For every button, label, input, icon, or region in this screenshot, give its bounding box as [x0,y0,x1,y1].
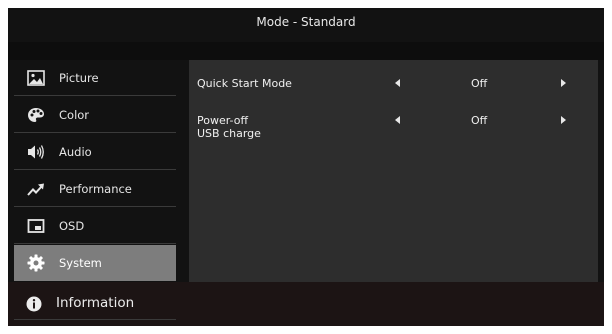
palette-icon [27,106,45,124]
monitor-osd-menu: Mode - Standard Picture Color Audio Perf… [8,8,604,326]
arrow-left-icon[interactable] [395,79,400,87]
sidebar-item-audio[interactable]: Audio [14,134,176,170]
divider [14,169,176,170]
osd-header: Mode - Standard [8,8,604,42]
information-bar[interactable]: Information [8,282,604,326]
setting-label-line: Power-off [197,114,249,127]
divider [14,319,176,320]
speaker-icon [27,143,45,161]
info-icon [26,296,42,312]
sidebar-item-label: Audio [59,145,92,159]
osd-window-icon [27,217,45,235]
sidebar-item-label: System [59,256,102,270]
sidebar-item-label: Color [59,108,90,122]
setting-label: Power-off USB charge [197,114,261,140]
header-divider [8,42,604,60]
divider [14,132,176,133]
sidebar-item-label: OSD [59,219,85,233]
picture-icon [27,69,45,87]
mode-title: Mode - Standard [256,15,356,29]
sidebar: Picture Color Audio Performance OSD Syst… [14,60,176,282]
sidebar-item-system[interactable]: System [14,245,176,281]
setting-value: Off [471,77,488,90]
arrow-left-icon[interactable] [395,116,400,124]
setting-label-line: USB charge [197,127,261,140]
setting-value: Off [471,114,488,127]
settings-panel: Quick Start Mode Off Power-off USB charg… [189,60,598,282]
divider [14,95,176,96]
sidebar-item-osd[interactable]: OSD [14,208,176,244]
divider [14,243,176,244]
sidebar-item-performance[interactable]: Performance [14,171,176,207]
arrow-right-icon[interactable] [561,79,566,87]
gear-icon [27,254,45,272]
sidebar-item-label: Performance [59,182,132,196]
trend-arrow-icon [27,180,45,198]
sidebar-item-picture[interactable]: Picture [14,60,176,96]
information-label: Information [56,295,135,311]
setting-label: Quick Start Mode [197,77,292,90]
arrow-right-icon[interactable] [561,116,566,124]
divider [14,206,176,207]
sidebar-item-label: Picture [59,71,99,85]
sidebar-item-color[interactable]: Color [14,97,176,133]
